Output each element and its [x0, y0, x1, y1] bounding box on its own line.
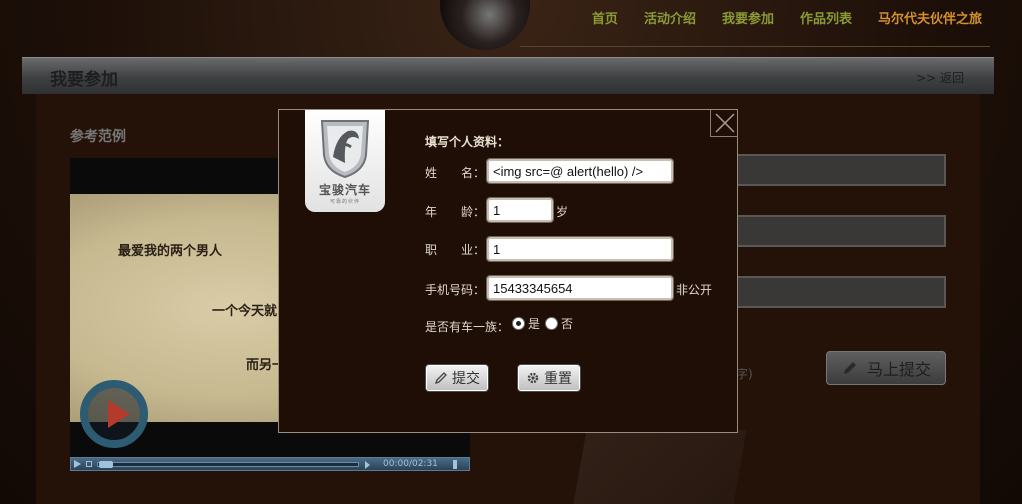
close-button[interactable] [710, 110, 738, 137]
name-label: 姓 名： [425, 166, 486, 180]
example-section-title: 参考范例 [70, 129, 126, 145]
bg-submit-label: 马上提交 [866, 360, 931, 379]
bg-photo [573, 430, 747, 504]
top-nav: 首页 活动介绍 我要参加 作品列表 马尔代夫伙伴之旅 [592, 8, 982, 27]
bg-form-note: 字) [736, 367, 753, 381]
job-label: 职 业： [425, 243, 486, 257]
reset-button[interactable]: 重置 [517, 364, 581, 392]
nav-maldives-trip[interactable]: 马尔代夫伙伴之旅 [878, 8, 982, 27]
video-seek-bar[interactable] [97, 462, 359, 467]
pencil-icon [434, 372, 447, 385]
name-input[interactable] [486, 158, 674, 184]
car-owner-no-radio[interactable] [545, 317, 559, 330]
play-icon[interactable] [74, 460, 81, 468]
brand-logo: 宝骏汽车 可靠的伙伴 [305, 110, 385, 212]
video-controls: 00:00/02:31 [70, 457, 470, 471]
nav-activity-intro[interactable]: 活动介绍 [644, 8, 696, 27]
submit-label: 提交 [452, 371, 480, 387]
pencil-icon [843, 362, 856, 374]
shield-logo-icon [320, 120, 370, 179]
brand-slogan: 可靠的伙伴 [329, 199, 360, 205]
signup-dialog: 宝骏汽车 可靠的伙伴 填写个人资料： 姓 名： 年 龄： 岁 职 业： 手机号码… [278, 109, 738, 433]
form-heading: 填写个人资料： [425, 135, 510, 149]
page-title: 我要参加 [50, 70, 118, 90]
job-input[interactable] [486, 236, 674, 262]
video-seek-thumb[interactable] [99, 461, 113, 468]
bg-form-field[interactable] [734, 276, 946, 308]
phone-label: 手机号码： [425, 283, 486, 297]
nav-join[interactable]: 我要参加 [722, 8, 774, 27]
stop-icon[interactable] [86, 461, 92, 467]
car-owner-radio-group: 是 否 [512, 315, 575, 332]
bg-form-field[interactable] [734, 215, 946, 247]
submit-button[interactable]: 提交 [425, 364, 489, 392]
car-owner-label: 是否有车一族： [425, 320, 510, 334]
nav-works-list[interactable]: 作品列表 [800, 8, 852, 27]
nav-divider [520, 46, 990, 47]
age-label: 年 龄： [425, 205, 486, 219]
brand-name: 宝骏汽车 [318, 183, 371, 197]
phone-note: 非公开 [676, 283, 713, 297]
car-owner-yes-label: 是 [528, 317, 541, 331]
video-caption-line: 最爱我的两个男人 [118, 244, 223, 259]
volume-icon[interactable] [453, 460, 463, 469]
video-caption-line: 一个今天就 [212, 304, 278, 319]
gear-icon [527, 372, 539, 384]
close-icon [715, 113, 735, 133]
age-input[interactable] [486, 197, 554, 223]
reset-label: 重置 [544, 371, 572, 387]
back-link[interactable]: >> 返回 [916, 69, 964, 86]
nav-home[interactable]: 首页 [592, 8, 618, 27]
page-title-bar: 我要参加 >> 返回 [22, 57, 994, 94]
age-unit: 岁 [556, 205, 569, 219]
bg-submit-button[interactable]: 马上提交 [826, 351, 946, 385]
video-play-button[interactable] [80, 380, 148, 448]
car-owner-yes-radio[interactable] [512, 317, 525, 330]
car-owner-no-label: 否 [561, 317, 574, 331]
bg-form-field[interactable] [734, 154, 946, 186]
video-time: 00:00/02:31 [383, 459, 438, 469]
phone-input[interactable] [486, 275, 674, 301]
forward-icon[interactable] [365, 461, 370, 469]
